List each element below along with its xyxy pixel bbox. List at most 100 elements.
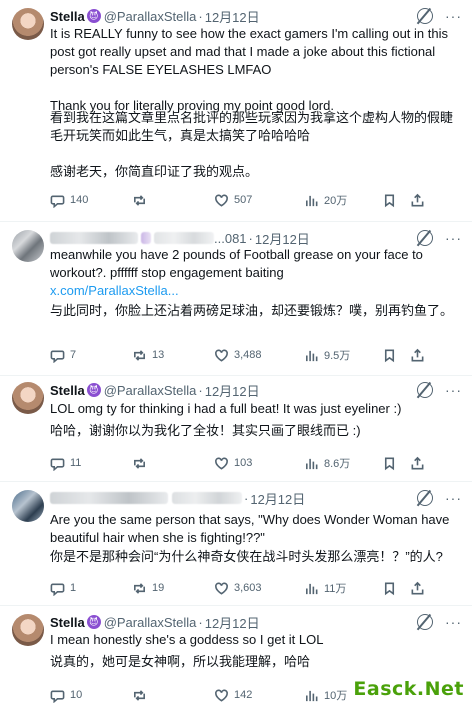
quoted-link[interactable]: x.com/ParallaxStella...: [50, 282, 458, 300]
tweet-header: ...081 · 12月12日: [50, 228, 460, 248]
heart-icon: [215, 582, 228, 595]
repost-icon: [134, 457, 145, 469]
redacted-handle: [172, 492, 242, 504]
like-count: 507: [234, 194, 253, 206]
separator-dot: ·: [198, 614, 203, 630]
views-button[interactable]: 20万: [304, 192, 382, 208]
repost-button[interactable]: [132, 456, 214, 471]
reply-button[interactable]: 1: [50, 581, 132, 596]
tweet-date[interactable]: 12月12日: [205, 613, 260, 632]
reply-count: 140: [70, 194, 89, 206]
heart-icon: [215, 689, 228, 702]
bookmark-button[interactable]: [382, 348, 410, 363]
devil-emoji-icon: 😈: [86, 9, 101, 23]
reply-button[interactable]: 11: [50, 456, 132, 471]
tweet-actions: 1 19 3,603 11万: [50, 579, 466, 597]
repost-button[interactable]: [132, 688, 214, 703]
tweet-text: LOL omg ty for thinking i had a full bea…: [50, 401, 402, 416]
redacted-badge: [141, 232, 151, 244]
bookmark-button[interactable]: [382, 581, 410, 596]
repost-button[interactable]: 19: [132, 581, 214, 596]
repost-button[interactable]: [132, 193, 214, 208]
views-button[interactable]: 9.5万: [304, 347, 382, 363]
views-icon: [306, 350, 318, 361]
reply-button[interactable]: 140: [50, 193, 132, 208]
tweet[interactable]: Stella 😈 @ParallaxStella · 12月12日 ··· It…: [0, 0, 472, 222]
author-handle[interactable]: @ParallaxStella: [104, 383, 197, 398]
tweet-translation: 与此同时，你脸上还沾着两磅足球油，却还要锻炼？噗，别再钓鱼了。: [50, 303, 454, 318]
devil-emoji-icon: 😈: [86, 383, 101, 397]
tweet[interactable]: ...081 · 12月12日 ··· meanwhile you have 2…: [0, 222, 472, 376]
repost-icon: [134, 194, 145, 206]
avatar[interactable]: [12, 8, 44, 40]
redacted-name: [50, 232, 138, 244]
separator-dot: ·: [244, 490, 249, 506]
avatar[interactable]: [12, 230, 44, 262]
like-button[interactable]: 103: [214, 456, 304, 471]
author-handle[interactable]: @ParallaxStella: [104, 615, 197, 630]
share-button[interactable]: [410, 456, 430, 471]
repost-button[interactable]: 13: [132, 348, 214, 363]
like-button[interactable]: 507: [214, 193, 304, 208]
reply-button[interactable]: 7: [50, 348, 132, 363]
tweet-text: meanwhile you have 2 pounds of Football …: [50, 247, 423, 280]
views-button[interactable]: 8.6万: [304, 455, 382, 471]
more-options-icon[interactable]: ···: [445, 615, 462, 629]
avatar[interactable]: [12, 382, 44, 414]
tweet-top-actions: ···: [417, 8, 462, 24]
like-count: 3,488: [234, 349, 262, 361]
grok-icon[interactable]: [417, 490, 433, 506]
avatar[interactable]: [12, 490, 44, 522]
reply-count: 11: [70, 457, 82, 469]
reply-button[interactable]: 10: [50, 688, 132, 703]
tweet-text: I mean honestly she's a goddess so I get…: [50, 632, 324, 647]
view-count: 9.5万: [324, 350, 351, 362]
share-button[interactable]: [410, 193, 430, 208]
tweet-date[interactable]: 12月12日: [205, 381, 260, 400]
tweet-date[interactable]: 12月12日: [255, 229, 310, 248]
like-button[interactable]: 3,603: [214, 581, 304, 596]
bookmark-button[interactable]: [382, 193, 410, 208]
author-name[interactable]: Stella: [50, 9, 85, 24]
reply-count: 1: [70, 582, 77, 594]
repost-icon: [134, 689, 145, 701]
author-name[interactable]: Stella: [50, 383, 85, 398]
separator-dot: ·: [198, 382, 203, 398]
grok-icon[interactable]: [417, 382, 433, 398]
more-options-icon[interactable]: ···: [445, 383, 462, 397]
tweet-date[interactable]: 12月12日: [205, 7, 260, 26]
bookmark-button[interactable]: [382, 456, 410, 471]
views-icon: [306, 583, 318, 594]
more-options-icon[interactable]: ···: [445, 9, 462, 23]
avatar[interactable]: [12, 614, 44, 646]
tweet-header: Stella 😈 @ParallaxStella · 12月12日: [50, 380, 460, 400]
views-button[interactable]: 11万: [304, 580, 382, 596]
like-button[interactable]: 142: [214, 688, 304, 703]
tweet-date[interactable]: 12月12日: [250, 489, 305, 508]
author-name[interactable]: Stella: [50, 615, 85, 630]
author-handle[interactable]: ...081: [214, 231, 247, 246]
reply-icon: [50, 194, 65, 208]
tweet-top-actions: ···: [417, 230, 462, 246]
grok-icon[interactable]: [417, 230, 433, 246]
author-handle[interactable]: @ParallaxStella: [104, 9, 197, 24]
views-icon: [306, 195, 318, 206]
grok-icon[interactable]: [417, 614, 433, 630]
tweet-translation: 说真的，她可是女神啊，所以我能理解，哈哈: [50, 654, 311, 669]
tweet[interactable]: Stella 😈 @ParallaxStella · 12月12日 ··· LO…: [0, 376, 472, 482]
tweet-top-actions: ···: [417, 490, 462, 506]
like-button[interactable]: 3,488: [214, 348, 304, 363]
reply-icon: [50, 689, 65, 703]
more-options-icon[interactable]: ···: [445, 491, 462, 505]
grok-icon[interactable]: [417, 8, 433, 24]
more-options-icon[interactable]: ···: [445, 231, 462, 245]
tweet-text: Are you the same person that says, "Why …: [50, 512, 450, 545]
repost-count: 19: [152, 582, 165, 594]
heart-icon: [215, 457, 228, 470]
share-button[interactable]: [410, 581, 430, 596]
tweet[interactable]: · 12月12日 ··· Are you the same person tha…: [0, 482, 472, 606]
reply-icon: [50, 582, 65, 596]
tweet-text: It is REALLY funny to see how the exact …: [50, 26, 448, 113]
share-button[interactable]: [410, 348, 430, 363]
tweet-header: · 12月12日: [50, 488, 460, 508]
